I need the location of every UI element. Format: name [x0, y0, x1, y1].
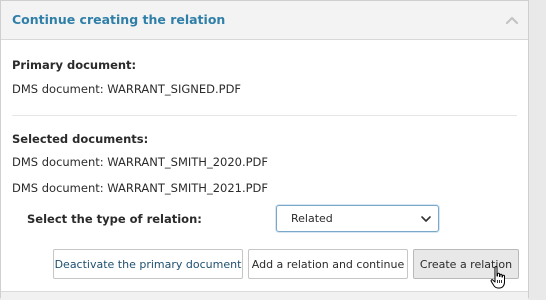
panel-title: Continue creating the relation [12, 12, 226, 27]
hand-pointer-icon [490, 266, 505, 289]
relation-type-label: Select the type of relation: [27, 212, 202, 226]
relation-type-selected-value: Related [291, 212, 333, 225]
chevron-down-icon [421, 216, 431, 222]
deactivate-primary-button[interactable]: Deactivate the primary document [53, 249, 243, 279]
panel-footer-edge [1, 291, 528, 300]
divider [12, 115, 517, 116]
primary-document-label: Primary document: [12, 58, 137, 72]
relation-type-select[interactable]: Related [276, 205, 439, 232]
primary-document-value: DMS document: WARRANT_SIGNED.PDF [12, 82, 242, 96]
selected-document-item: DMS document: WARRANT_SMITH_2021.PDF [12, 181, 269, 195]
add-relation-continue-button[interactable]: Add a relation and continue [248, 249, 408, 279]
chevron-up-icon[interactable] [505, 13, 519, 27]
relation-panel: Continue creating the relation Primary d… [0, 0, 529, 300]
selected-document-item: DMS document: WARRANT_SMITH_2020.PDF [12, 155, 269, 169]
panel-header[interactable]: Continue creating the relation [1, 1, 528, 40]
selected-documents-label: Selected documents: [12, 132, 149, 146]
